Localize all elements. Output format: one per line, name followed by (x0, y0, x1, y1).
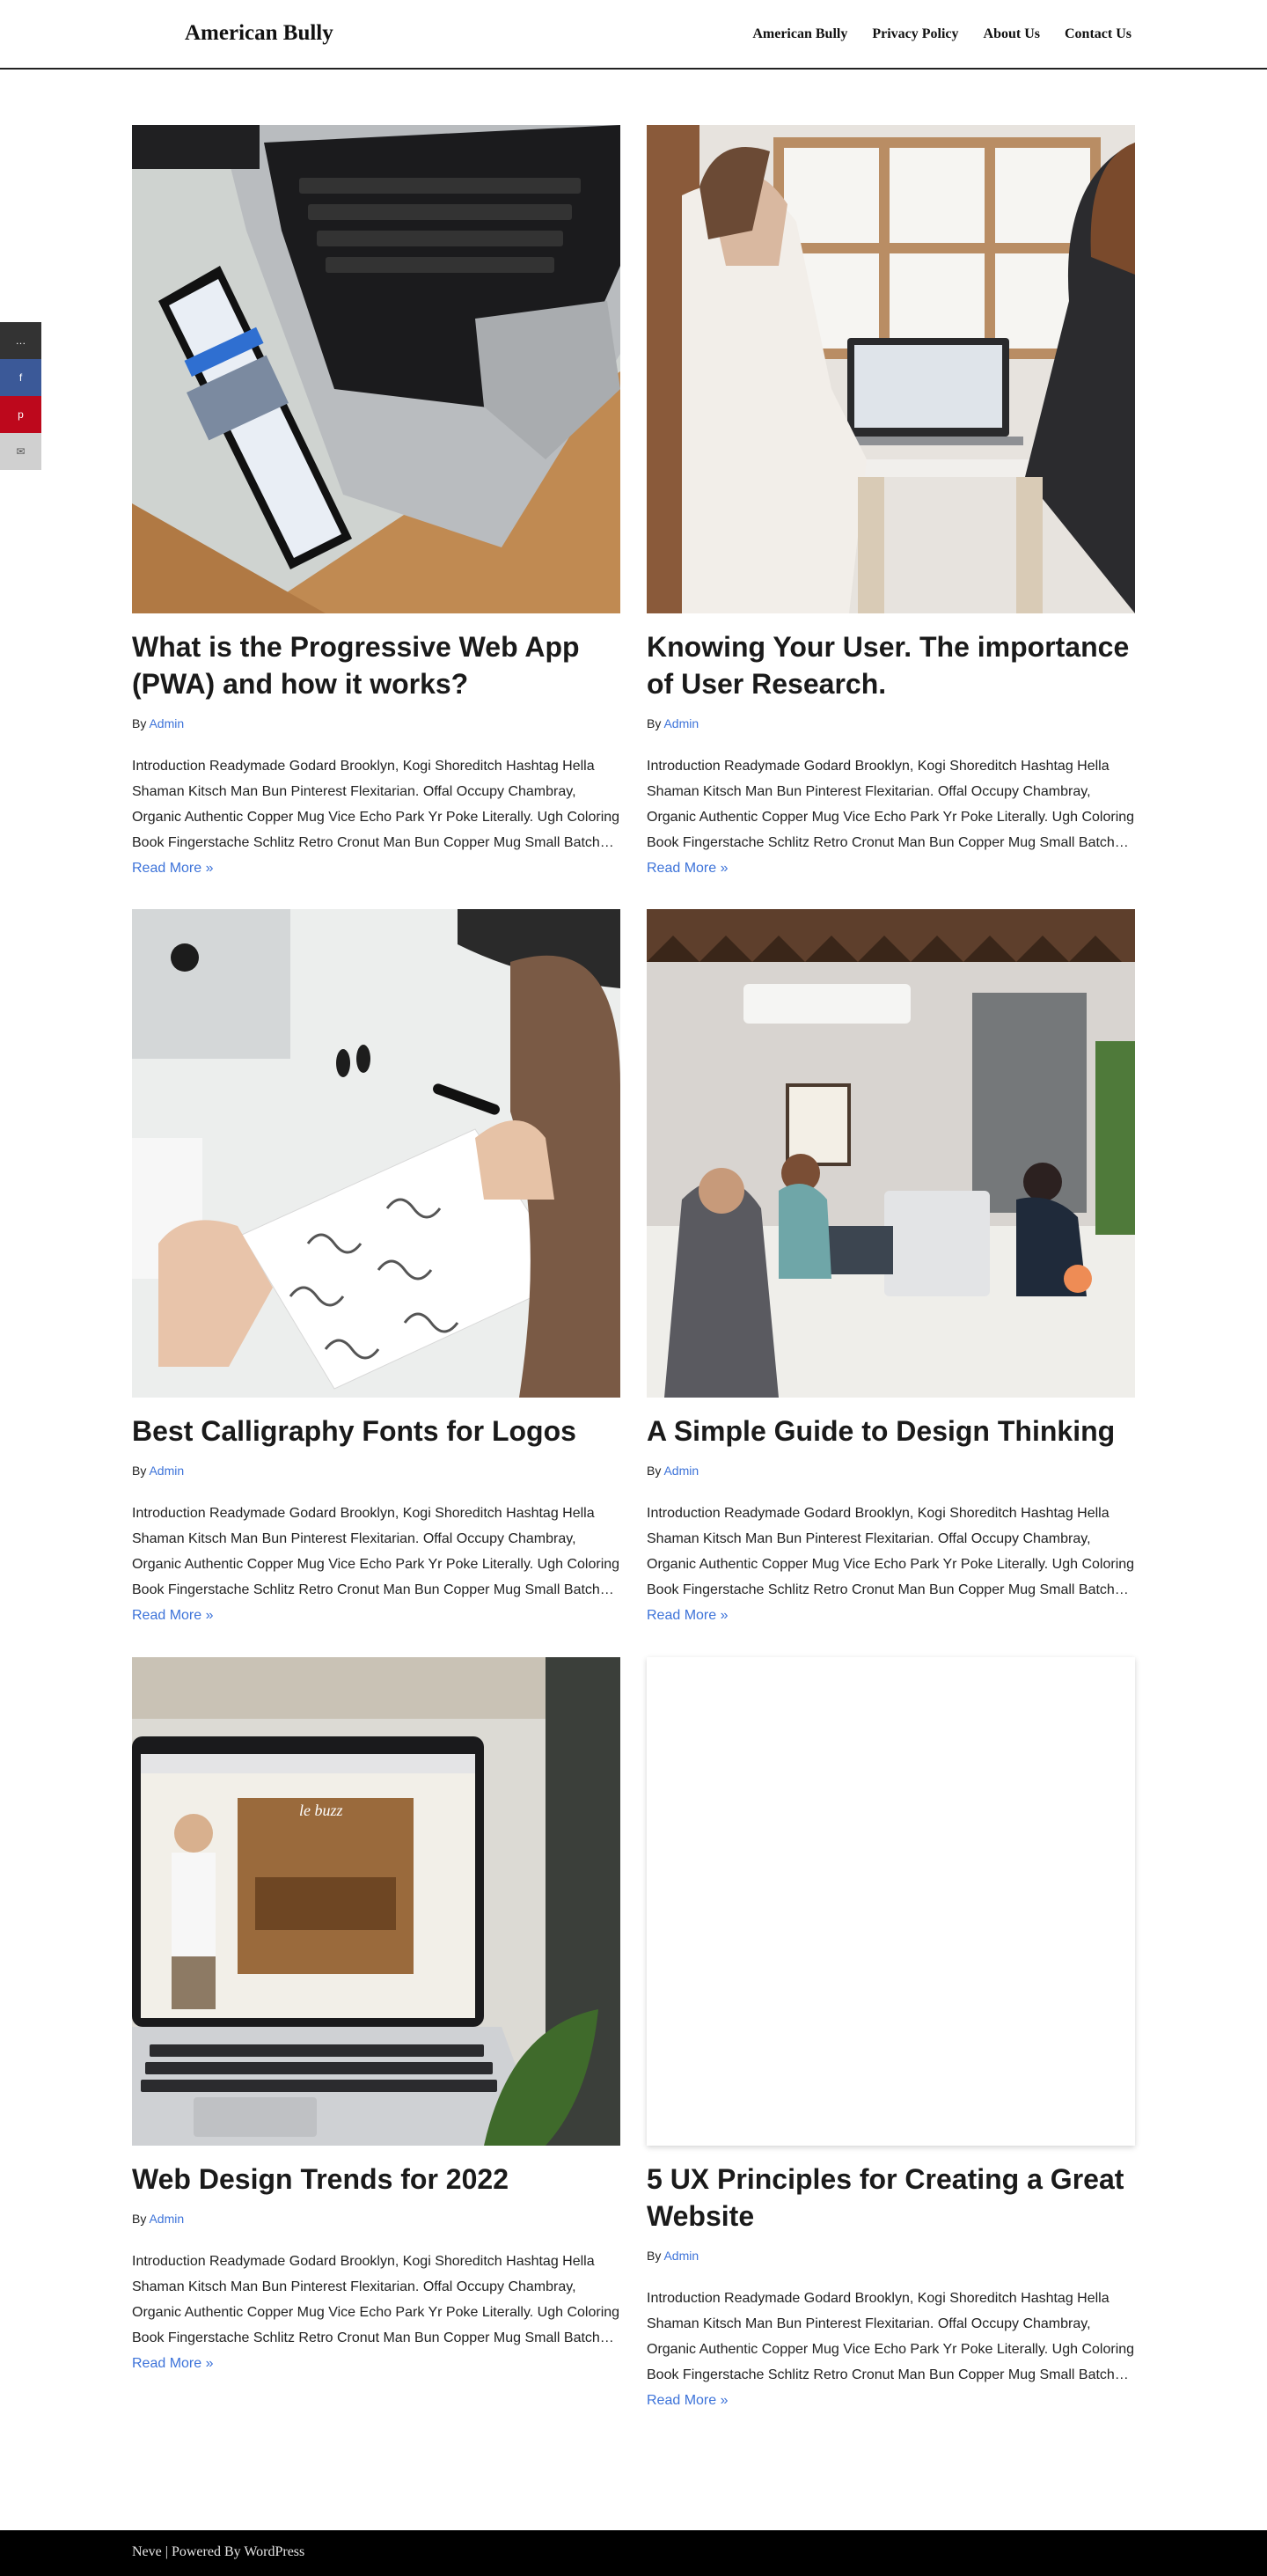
email-icon: ✉ (16, 445, 26, 458)
nav-privacy-policy[interactable]: Privacy Policy (872, 25, 958, 44)
post-thumbnail[interactable] (647, 1657, 1135, 2146)
byline-label: By (132, 716, 147, 730)
post-excerpt: Introduction Readymade Godard Brooklyn, … (647, 2286, 1135, 2413)
post-card: le buzz Web Design Trends for 2022 By Ad… (132, 1657, 620, 2371)
share-facebook-button[interactable]: f (0, 359, 41, 396)
post-card: 5 UX Principles for Creating a Great Web… (647, 1657, 1135, 2408)
read-more-link[interactable]: Read More » (132, 861, 214, 876)
post-title[interactable]: Web Design Trends for 2022 (132, 2161, 620, 2198)
post-thumbnail[interactable] (132, 125, 620, 613)
post-title[interactable]: Knowing Your User. The importance of Use… (647, 628, 1135, 702)
post-excerpt: Introduction Readymade Godard Brooklyn, … (132, 2249, 620, 2376)
post-excerpt: Introduction Readymade Godard Brooklyn, … (132, 1501, 620, 1628)
excerpt-text: Introduction Readymade Godard Brooklyn, … (647, 2291, 1135, 2382)
post-byline: By Admin (132, 716, 184, 730)
author-link[interactable]: Admin (663, 1464, 699, 1478)
excerpt-text: Introduction Readymade Godard Brooklyn, … (132, 2254, 620, 2345)
social-share-bar: … f p ✉ (0, 322, 41, 470)
post-excerpt: Introduction Readymade Godard Brooklyn, … (647, 1501, 1135, 1628)
site-footer: Neve | Powered By WordPress (0, 2530, 1267, 2576)
post-title[interactable]: A Simple Guide to Design Thinking (647, 1413, 1135, 1449)
post-title[interactable]: Best Calligraphy Fonts for Logos (132, 1413, 620, 1449)
post-excerpt: Introduction Readymade Godard Brooklyn, … (647, 753, 1135, 881)
post-thumbnail[interactable] (132, 909, 620, 1398)
byline-label: By (647, 2249, 662, 2263)
byline-label: By (647, 716, 662, 730)
author-link[interactable]: Admin (149, 2212, 184, 2226)
site-title[interactable]: American Bully (185, 19, 333, 48)
post-card: Knowing Your User. The importance of Use… (647, 125, 1135, 876)
post-title[interactable]: 5 UX Principles for Creating a Great Web… (647, 2161, 1135, 2235)
author-link[interactable]: Admin (149, 716, 184, 730)
main-nav: American Bully Privacy Policy About Us C… (752, 25, 1132, 44)
pinterest-icon: p (18, 408, 24, 421)
byline-label: By (647, 1464, 662, 1478)
post-title[interactable]: What is the Progressive Web App (PWA) an… (132, 628, 620, 702)
excerpt-text: Introduction Readymade Godard Brooklyn, … (647, 1506, 1135, 1597)
post-excerpt: Introduction Readymade Godard Brooklyn, … (132, 753, 620, 881)
share-email-button[interactable]: ✉ (0, 433, 41, 470)
author-link[interactable]: Admin (663, 2249, 699, 2263)
post-byline: By Admin (132, 2212, 184, 2226)
post-card: What is the Progressive Web App (PWA) an… (132, 125, 620, 876)
post-byline: By Admin (647, 716, 699, 730)
read-more-link[interactable]: Read More » (647, 2393, 729, 2408)
read-more-link[interactable]: Read More » (132, 1608, 214, 1623)
nav-american-bully[interactable]: American Bully (752, 25, 847, 44)
author-link[interactable]: Admin (663, 716, 699, 730)
read-more-link[interactable]: Read More » (132, 2356, 214, 2371)
post-card: A Simple Guide to Design Thinking By Adm… (647, 909, 1135, 1623)
svg-text:le buzz: le buzz (299, 1802, 343, 1819)
post-byline: By Admin (647, 2249, 699, 2263)
nav-contact-us[interactable]: Contact Us (1065, 25, 1132, 44)
excerpt-text: Introduction Readymade Godard Brooklyn, … (132, 759, 620, 850)
share-pinterest-button[interactable]: p (0, 396, 41, 433)
byline-label: By (132, 1464, 147, 1478)
more-icon: … (15, 334, 26, 347)
facebook-icon: f (18, 371, 23, 384)
post-thumbnail[interactable] (647, 909, 1135, 1398)
post-byline: By Admin (647, 1464, 699, 1478)
author-link[interactable]: Admin (149, 1464, 184, 1478)
footer-credit[interactable]: Neve | Powered By WordPress (132, 2544, 304, 2560)
post-thumbnail[interactable] (647, 125, 1135, 613)
excerpt-text: Introduction Readymade Godard Brooklyn, … (132, 1506, 620, 1597)
read-more-link[interactable]: Read More » (647, 861, 729, 876)
post-thumbnail[interactable]: le buzz (132, 1657, 620, 2146)
excerpt-text: Introduction Readymade Godard Brooklyn, … (647, 759, 1135, 850)
post-byline: By Admin (132, 1464, 184, 1478)
site-header: American Bully American Bully Privacy Po… (0, 0, 1267, 70)
nav-about-us[interactable]: About Us (984, 25, 1040, 44)
share-more-button[interactable]: … (0, 322, 41, 359)
byline-label: By (132, 2212, 147, 2226)
post-card: Best Calligraphy Fonts for Logos By Admi… (132, 909, 620, 1623)
read-more-link[interactable]: Read More » (647, 1608, 729, 1623)
